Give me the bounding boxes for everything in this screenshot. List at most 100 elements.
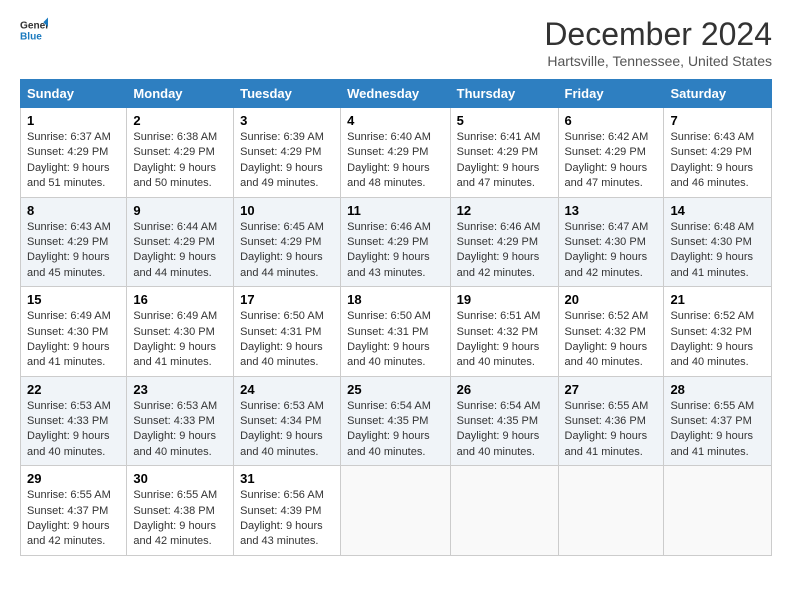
day-info: Sunrise: 6:53 AMSunset: 4:34 PMDaylight:… <box>240 400 324 458</box>
day-info: Sunrise: 6:53 AMSunset: 4:33 PMDaylight:… <box>133 400 217 458</box>
day-number: 11 <box>347 203 444 218</box>
calendar-cell: 27 Sunrise: 6:55 AMSunset: 4:36 PMDaylig… <box>558 376 664 466</box>
logo: General Blue <box>20 16 48 44</box>
week-row-3: 15 Sunrise: 6:49 AMSunset: 4:30 PMDaylig… <box>21 287 772 377</box>
day-info: Sunrise: 6:37 AMSunset: 4:29 PMDaylight:… <box>27 131 111 189</box>
day-info: Sunrise: 6:55 AMSunset: 4:36 PMDaylight:… <box>565 400 649 458</box>
day-number: 29 <box>27 471 120 486</box>
calendar-cell: 25 Sunrise: 6:54 AMSunset: 4:35 PMDaylig… <box>341 376 451 466</box>
calendar-cell: 12 Sunrise: 6:46 AMSunset: 4:29 PMDaylig… <box>450 197 558 287</box>
calendar-cell: 21 Sunrise: 6:52 AMSunset: 4:32 PMDaylig… <box>664 287 772 377</box>
day-number: 9 <box>133 203 227 218</box>
day-number: 26 <box>457 382 552 397</box>
calendar-cell: 20 Sunrise: 6:52 AMSunset: 4:32 PMDaylig… <box>558 287 664 377</box>
day-info: Sunrise: 6:55 AMSunset: 4:37 PMDaylight:… <box>670 400 754 458</box>
calendar-cell: 10 Sunrise: 6:45 AMSunset: 4:29 PMDaylig… <box>234 197 341 287</box>
day-info: Sunrise: 6:46 AMSunset: 4:29 PMDaylight:… <box>347 221 431 279</box>
calendar-cell: 5 Sunrise: 6:41 AMSunset: 4:29 PMDayligh… <box>450 108 558 198</box>
day-info: Sunrise: 6:46 AMSunset: 4:29 PMDaylight:… <box>457 221 541 279</box>
col-header-saturday: Saturday <box>664 80 772 108</box>
day-number: 19 <box>457 292 552 307</box>
day-number: 25 <box>347 382 444 397</box>
calendar-cell: 24 Sunrise: 6:53 AMSunset: 4:34 PMDaylig… <box>234 376 341 466</box>
calendar-cell: 23 Sunrise: 6:53 AMSunset: 4:33 PMDaylig… <box>127 376 234 466</box>
day-number: 13 <box>565 203 658 218</box>
calendar-table: SundayMondayTuesdayWednesdayThursdayFrid… <box>20 79 772 556</box>
day-info: Sunrise: 6:54 AMSunset: 4:35 PMDaylight:… <box>457 400 541 458</box>
calendar-cell: 8 Sunrise: 6:43 AMSunset: 4:29 PMDayligh… <box>21 197 127 287</box>
calendar-cell: 14 Sunrise: 6:48 AMSunset: 4:30 PMDaylig… <box>664 197 772 287</box>
day-info: Sunrise: 6:43 AMSunset: 4:29 PMDaylight:… <box>27 221 111 279</box>
day-info: Sunrise: 6:50 AMSunset: 4:31 PMDaylight:… <box>240 310 324 368</box>
calendar-cell: 29 Sunrise: 6:55 AMSunset: 4:37 PMDaylig… <box>21 466 127 556</box>
calendar-cell: 16 Sunrise: 6:49 AMSunset: 4:30 PMDaylig… <box>127 287 234 377</box>
day-info: Sunrise: 6:54 AMSunset: 4:35 PMDaylight:… <box>347 400 431 458</box>
calendar-cell: 19 Sunrise: 6:51 AMSunset: 4:32 PMDaylig… <box>450 287 558 377</box>
day-number: 20 <box>565 292 658 307</box>
title-block: December 2024 Hartsville, Tennessee, Uni… <box>544 16 772 69</box>
day-number: 2 <box>133 113 227 128</box>
day-number: 16 <box>133 292 227 307</box>
day-number: 6 <box>565 113 658 128</box>
calendar-cell: 9 Sunrise: 6:44 AMSunset: 4:29 PMDayligh… <box>127 197 234 287</box>
day-number: 28 <box>670 382 765 397</box>
calendar-cell: 2 Sunrise: 6:38 AMSunset: 4:29 PMDayligh… <box>127 108 234 198</box>
calendar-cell: 18 Sunrise: 6:50 AMSunset: 4:31 PMDaylig… <box>341 287 451 377</box>
week-row-2: 8 Sunrise: 6:43 AMSunset: 4:29 PMDayligh… <box>21 197 772 287</box>
day-number: 3 <box>240 113 334 128</box>
day-number: 27 <box>565 382 658 397</box>
calendar-cell: 7 Sunrise: 6:43 AMSunset: 4:29 PMDayligh… <box>664 108 772 198</box>
day-info: Sunrise: 6:42 AMSunset: 4:29 PMDaylight:… <box>565 131 649 189</box>
col-header-sunday: Sunday <box>21 80 127 108</box>
week-row-5: 29 Sunrise: 6:55 AMSunset: 4:37 PMDaylig… <box>21 466 772 556</box>
col-header-thursday: Thursday <box>450 80 558 108</box>
day-info: Sunrise: 6:50 AMSunset: 4:31 PMDaylight:… <box>347 310 431 368</box>
day-number: 30 <box>133 471 227 486</box>
day-info: Sunrise: 6:49 AMSunset: 4:30 PMDaylight:… <box>133 310 217 368</box>
day-number: 5 <box>457 113 552 128</box>
calendar-cell: 1 Sunrise: 6:37 AMSunset: 4:29 PMDayligh… <box>21 108 127 198</box>
calendar-cell: 30 Sunrise: 6:55 AMSunset: 4:38 PMDaylig… <box>127 466 234 556</box>
day-info: Sunrise: 6:48 AMSunset: 4:30 PMDaylight:… <box>670 221 754 279</box>
location: Hartsville, Tennessee, United States <box>544 53 772 69</box>
calendar-cell: 31 Sunrise: 6:56 AMSunset: 4:39 PMDaylig… <box>234 466 341 556</box>
calendar-cell: 13 Sunrise: 6:47 AMSunset: 4:30 PMDaylig… <box>558 197 664 287</box>
calendar-cell: 22 Sunrise: 6:53 AMSunset: 4:33 PMDaylig… <box>21 376 127 466</box>
day-number: 18 <box>347 292 444 307</box>
col-header-wednesday: Wednesday <box>341 80 451 108</box>
day-number: 14 <box>670 203 765 218</box>
calendar-cell: 15 Sunrise: 6:49 AMSunset: 4:30 PMDaylig… <box>21 287 127 377</box>
day-info: Sunrise: 6:52 AMSunset: 4:32 PMDaylight:… <box>670 310 754 368</box>
day-number: 21 <box>670 292 765 307</box>
day-info: Sunrise: 6:56 AMSunset: 4:39 PMDaylight:… <box>240 489 324 547</box>
col-header-monday: Monday <box>127 80 234 108</box>
day-info: Sunrise: 6:39 AMSunset: 4:29 PMDaylight:… <box>240 131 324 189</box>
day-number: 24 <box>240 382 334 397</box>
day-number: 22 <box>27 382 120 397</box>
calendar-cell <box>450 466 558 556</box>
day-number: 8 <box>27 203 120 218</box>
day-info: Sunrise: 6:53 AMSunset: 4:33 PMDaylight:… <box>27 400 111 458</box>
day-number: 23 <box>133 382 227 397</box>
col-header-tuesday: Tuesday <box>234 80 341 108</box>
calendar-cell: 28 Sunrise: 6:55 AMSunset: 4:37 PMDaylig… <box>664 376 772 466</box>
svg-text:Blue: Blue <box>20 31 42 42</box>
page-header: General Blue December 2024 Hartsville, T… <box>20 16 772 69</box>
day-number: 31 <box>240 471 334 486</box>
day-info: Sunrise: 6:40 AMSunset: 4:29 PMDaylight:… <box>347 131 431 189</box>
day-number: 15 <box>27 292 120 307</box>
day-info: Sunrise: 6:51 AMSunset: 4:32 PMDaylight:… <box>457 310 541 368</box>
day-info: Sunrise: 6:47 AMSunset: 4:30 PMDaylight:… <box>565 221 649 279</box>
month-title: December 2024 <box>544 16 772 53</box>
calendar-cell: 3 Sunrise: 6:39 AMSunset: 4:29 PMDayligh… <box>234 108 341 198</box>
day-number: 17 <box>240 292 334 307</box>
day-info: Sunrise: 6:38 AMSunset: 4:29 PMDaylight:… <box>133 131 217 189</box>
day-info: Sunrise: 6:45 AMSunset: 4:29 PMDaylight:… <box>240 221 324 279</box>
calendar-cell <box>664 466 772 556</box>
day-number: 12 <box>457 203 552 218</box>
week-row-4: 22 Sunrise: 6:53 AMSunset: 4:33 PMDaylig… <box>21 376 772 466</box>
calendar-cell <box>558 466 664 556</box>
day-info: Sunrise: 6:55 AMSunset: 4:37 PMDaylight:… <box>27 489 111 547</box>
day-number: 7 <box>670 113 765 128</box>
calendar-cell <box>341 466 451 556</box>
